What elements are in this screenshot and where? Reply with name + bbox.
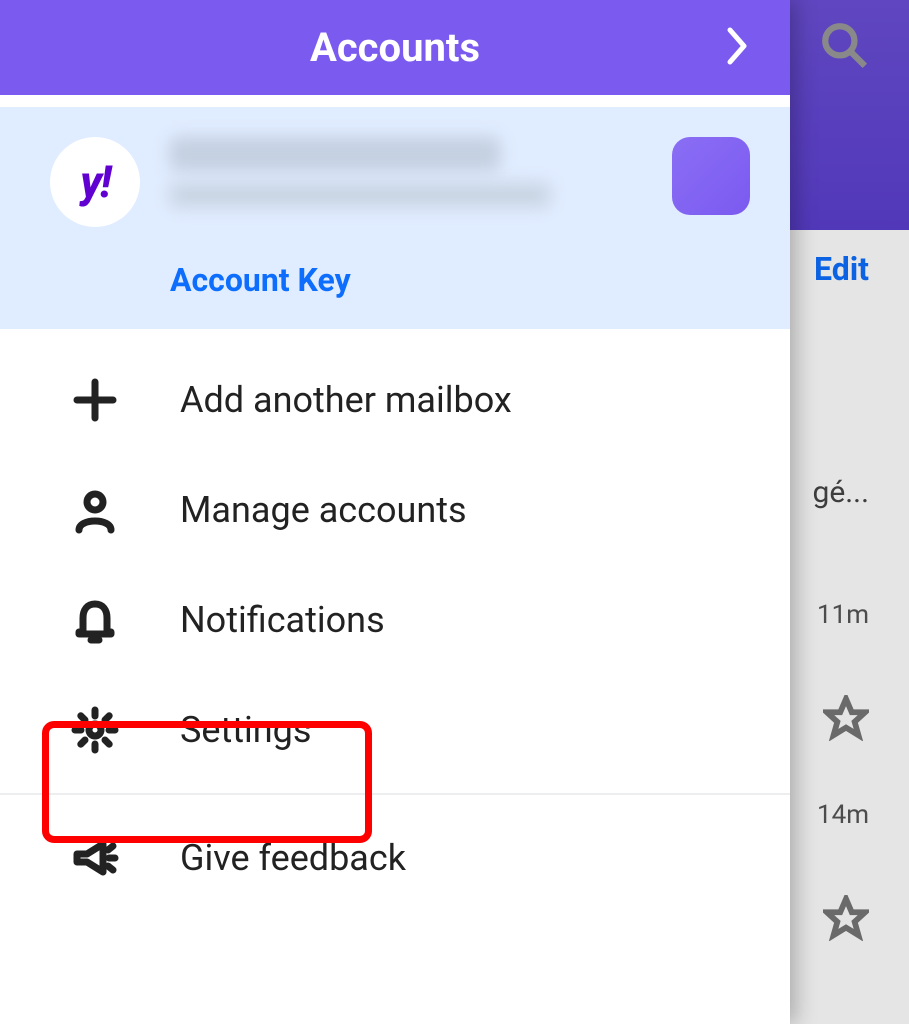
accounts-panel: Accounts y! Account Key Add another mail… [0, 0, 790, 1024]
gear-icon [70, 705, 120, 755]
menu-notifications[interactable]: Notifications [0, 565, 790, 675]
account-key-link[interactable]: Account Key [170, 261, 750, 299]
menu-label: Settings [180, 709, 311, 751]
avatar-text: y! [80, 156, 109, 208]
account-card[interactable]: y! Account Key [0, 95, 790, 329]
menu-give-feedback[interactable]: Give feedback [0, 803, 790, 913]
avatar: y! [50, 137, 140, 227]
menu-section: Add another mailbox Manage accounts Noti… [0, 329, 790, 785]
account-badge[interactable] [672, 137, 750, 215]
menu-label: Add another mailbox [180, 379, 512, 421]
menu-manage-accounts[interactable]: Manage accounts [0, 455, 790, 565]
bell-icon [70, 595, 120, 645]
plus-icon [70, 375, 120, 425]
person-icon [70, 485, 120, 535]
menu-label: Give feedback [180, 837, 406, 879]
menu-settings[interactable]: Settings [0, 675, 790, 785]
chevron-right-icon[interactable] [726, 26, 750, 70]
megaphone-icon [70, 833, 120, 883]
menu-label: Manage accounts [180, 489, 467, 531]
account-name-redacted [170, 137, 500, 171]
panel-header[interactable]: Accounts [0, 0, 790, 95]
account-email-redacted [170, 183, 550, 207]
divider [0, 793, 790, 795]
menu-add-mailbox[interactable]: Add another mailbox [0, 345, 790, 455]
menu-label: Notifications [180, 599, 385, 641]
background-dim [789, 0, 909, 1024]
page-title: Accounts [310, 24, 480, 71]
